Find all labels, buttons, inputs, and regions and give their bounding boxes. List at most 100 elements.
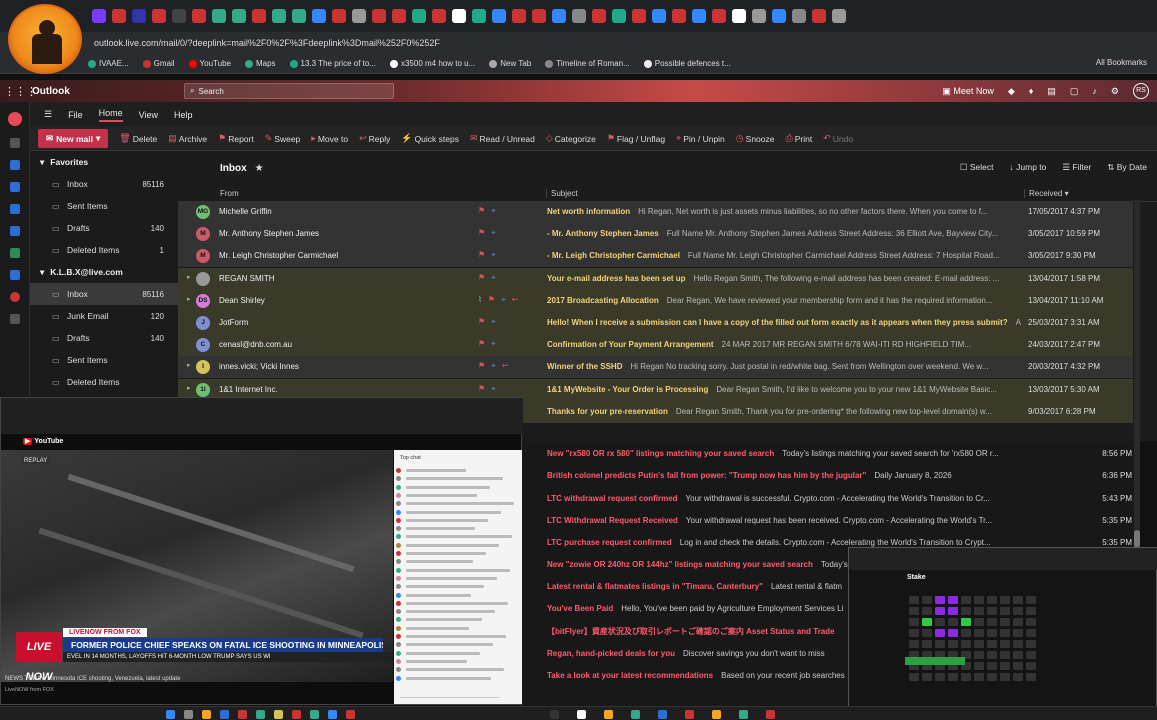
- more-apps-icon[interactable]: [9, 314, 20, 324]
- browser-tab-favicon[interactable]: [352, 9, 366, 23]
- flag-icon[interactable]: ⚑: [488, 295, 495, 305]
- taskbar-app-icon[interactable]: [631, 710, 640, 719]
- folder-deleted-items[interactable]: ▭ Deleted Items 1: [30, 239, 178, 261]
- browser-tab-favicon[interactable]: [752, 9, 766, 23]
- ribbon-sweep-button[interactable]: ✎ Sweep: [265, 133, 301, 144]
- browser-tab-favicon[interactable]: [172, 9, 186, 23]
- folder-inbox[interactable]: ▭ Inbox 85116: [30, 173, 178, 195]
- column-from[interactable]: From: [220, 189, 239, 198]
- ribbon-move-to-button[interactable]: ▸ Move to: [311, 133, 348, 144]
- browser-tab-favicon[interactable]: [372, 9, 386, 23]
- account-section[interactable]: ▾ K.L.B.X@live.com: [30, 261, 178, 283]
- browser-tab-favicon[interactable]: [412, 9, 426, 23]
- taskbar-app-icon[interactable]: [712, 710, 721, 719]
- mail-icon[interactable]: [9, 138, 20, 148]
- browser-tab-favicon[interactable]: [292, 9, 306, 23]
- pin-icon[interactable]: ⌖: [491, 250, 496, 260]
- folder-drafts[interactable]: ▭ Drafts 140: [30, 217, 178, 239]
- message-row[interactable]: ▸ Iinnes.vicki; Vicki Innes ⚑ ⌖ ↩ Winner of t…: [178, 356, 1133, 379]
- jump-to-button[interactable]: ↓ Jump to: [1010, 162, 1047, 173]
- browser-tab-favicon[interactable]: [672, 9, 686, 23]
- taskbar-app-icon[interactable]: [220, 710, 229, 719]
- people-icon[interactable]: [9, 182, 20, 192]
- browser-tab-favicon[interactable]: [192, 9, 206, 23]
- message-row[interactable]: MG Michelle Griffin ⚑ ⌖ Net worth informatio…: [178, 201, 1133, 223]
- browser-tab-favicon[interactable]: [832, 9, 846, 23]
- pin-icon[interactable]: ⌖: [491, 317, 496, 327]
- expand-thread-icon[interactable]: ▸: [187, 273, 191, 281]
- scroll-thumb[interactable]: [1134, 530, 1140, 548]
- new-mail-button[interactable]: ✉ New mail ▾: [38, 129, 109, 148]
- address-bar[interactable]: outlook.live.com/mail/0/?deeplink=mail%2…: [0, 32, 1157, 54]
- message-row[interactable]: Latest rental & flatmates listings in "T…: [547, 576, 1017, 598]
- browser-tab-favicon[interactable]: [112, 9, 126, 23]
- meet-now-button[interactable]: ▣ Meet Now: [942, 86, 994, 97]
- expand-thread-icon[interactable]: ▸: [187, 384, 191, 392]
- bookmark-item[interactable]: Maps: [244, 59, 276, 68]
- browser-tab-favicon[interactable]: [512, 9, 526, 23]
- message-row[interactable]: LTC Withdrawal Request Received Your with…: [547, 510, 1017, 532]
- trading-grid-cell[interactable]: [1026, 662, 1036, 670]
- flag-icon[interactable]: ⚑: [478, 206, 485, 216]
- browser-tab-favicon[interactable]: [632, 9, 646, 23]
- user-avatar[interactable]: RS: [1133, 83, 1149, 99]
- gear-icon[interactable]: ⚙: [1111, 86, 1119, 97]
- bell-icon[interactable]: ♪: [1092, 86, 1097, 96]
- trading-grid-cell[interactable]: [1026, 640, 1036, 648]
- flag-icon[interactable]: ⚑: [478, 250, 485, 260]
- taskbar-app-icon[interactable]: [238, 710, 247, 719]
- browser-tab-favicon[interactable]: [492, 9, 506, 23]
- message-row[interactable]: Ccenasl@dnb.com.au ⚑ ⌖ Confirmation of Your…: [178, 334, 1133, 357]
- browser-tab-favicon[interactable]: [312, 9, 326, 23]
- folder-sent-items[interactable]: ▭ Sent Items: [30, 349, 178, 371]
- hamburger-icon[interactable]: ☰: [44, 109, 52, 120]
- browser-tab-favicon[interactable]: [132, 9, 146, 23]
- tab-home[interactable]: Home: [98, 108, 123, 122]
- video-player[interactable]: REPLAY LIVE NOW LIVENOW FROM FOX FORMER …: [1, 450, 393, 682]
- taskbar-app-icon[interactable]: [166, 710, 175, 719]
- pin-icon[interactable]: ⌖: [491, 206, 496, 216]
- taskbar-app-icon[interactable]: [604, 710, 613, 719]
- search-box[interactable]: ⌕ Search: [184, 83, 394, 99]
- tab-view[interactable]: View: [139, 110, 158, 120]
- expand-thread-icon[interactable]: ▸: [187, 361, 191, 369]
- message-row[interactable]: Regan, hand-picked deals for you Discover…: [547, 643, 1017, 665]
- message-row[interactable]: LTC withdrawal request confirmed Your wit…: [547, 488, 1017, 510]
- video-channel[interactable]: LiveNOW from FOX: [5, 687, 54, 693]
- taskbar-app-icon[interactable]: [346, 710, 355, 719]
- trading-grid-cell[interactable]: [1026, 673, 1036, 681]
- browser-tab-favicon[interactable]: [612, 9, 626, 23]
- flag-icon[interactable]: ⚑: [478, 339, 485, 349]
- flag-icon[interactable]: ⚑: [478, 317, 485, 327]
- bookmark-item[interactable]: Timeline of Roman...: [545, 59, 630, 68]
- browser-tab-favicon[interactable]: [812, 9, 826, 23]
- ribbon-reply-button[interactable]: ↩ Reply: [359, 133, 390, 144]
- youtube-logo[interactable]: ▶ YouTube: [23, 437, 63, 445]
- ribbon-quick-steps-button[interactable]: ⚡ Quick steps: [401, 133, 459, 144]
- browser-tab-favicon[interactable]: [232, 9, 246, 23]
- bookmark-item[interactable]: Possible defences t...: [643, 59, 731, 68]
- taskbar-app-icon[interactable]: [274, 710, 283, 719]
- expand-thread-icon[interactable]: ▸: [187, 295, 191, 303]
- message-row[interactable]: British colonel predicts Putin's fall fr…: [547, 465, 1017, 487]
- taskbar-app-icon[interactable]: [292, 710, 301, 719]
- message-row[interactable]: New "zowie OR 240hz OR 144hz" listings m…: [547, 554, 1017, 576]
- bookmark-item[interactable]: 13.3 The price of to...: [289, 59, 376, 68]
- trading-grid-cell[interactable]: [1026, 618, 1036, 626]
- message-row[interactable]: Take a look at your latest recommendatio…: [547, 665, 1017, 687]
- bookmark-item[interactable]: New Tab: [489, 59, 531, 68]
- browser-tab-favicon[interactable]: [152, 9, 166, 23]
- message-row[interactable]: You've Been Paid Hello, You've been paid …: [547, 598, 1017, 620]
- trading-grid-cell[interactable]: [1026, 629, 1036, 637]
- message-row[interactable]: 【bitFlyer】資産状況及び取引レポートご確認のご案内 Asset Stat…: [547, 620, 1017, 642]
- ribbon-archive-button[interactable]: ▤ Archive: [168, 133, 207, 144]
- chat-input[interactable]: [400, 690, 500, 698]
- browser-tab-favicon[interactable]: [452, 9, 466, 23]
- bookmark-item[interactable]: IVAAE...: [88, 59, 129, 68]
- ribbon-report-button[interactable]: ⚑ Report: [218, 133, 254, 144]
- trading-grid-cell[interactable]: [1026, 596, 1036, 604]
- pin-icon[interactable]: ⌖: [491, 228, 496, 238]
- filter-button[interactable]: ☰ Filter: [1062, 162, 1091, 173]
- taskbar-app-icon[interactable]: [202, 710, 211, 719]
- taskbar-app-icon[interactable]: [766, 710, 775, 719]
